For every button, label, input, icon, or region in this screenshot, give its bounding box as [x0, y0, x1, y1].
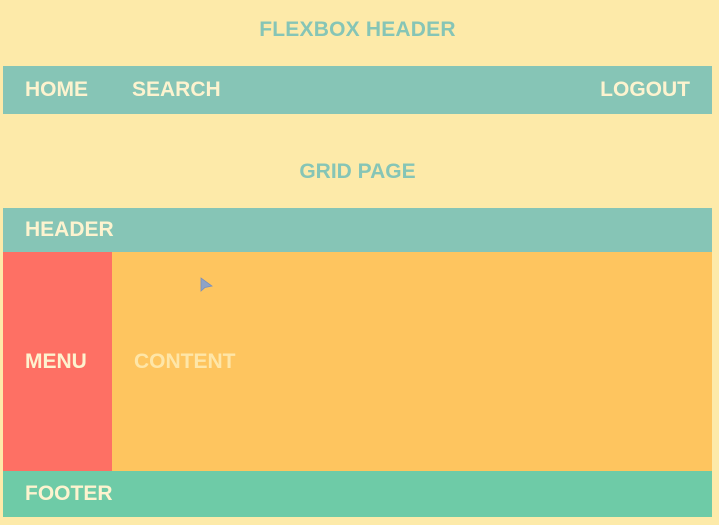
- nav-search-link[interactable]: SEARCH: [132, 78, 221, 102]
- grid-header: HEADER: [3, 208, 712, 252]
- grid-menu: MENU: [3, 252, 112, 471]
- nav-home-link[interactable]: HOME: [25, 78, 88, 102]
- grid-content-label: CONTENT: [134, 349, 236, 373]
- flexbox-nav-bar: HOME SEARCH LOGOUT: [3, 66, 712, 114]
- grid-page-title: GRID PAGE: [299, 160, 416, 183]
- flexbox-header-title: FLEXBOX HEADER: [259, 18, 456, 41]
- nav-logout-link[interactable]: LOGOUT: [600, 78, 690, 102]
- grid-content: CONTENT: [112, 252, 712, 471]
- grid-layout: HEADER MENU CONTENT FOOTER: [3, 208, 712, 517]
- mouse-pointer-icon: [200, 277, 213, 292]
- grid-footer: FOOTER: [3, 471, 712, 517]
